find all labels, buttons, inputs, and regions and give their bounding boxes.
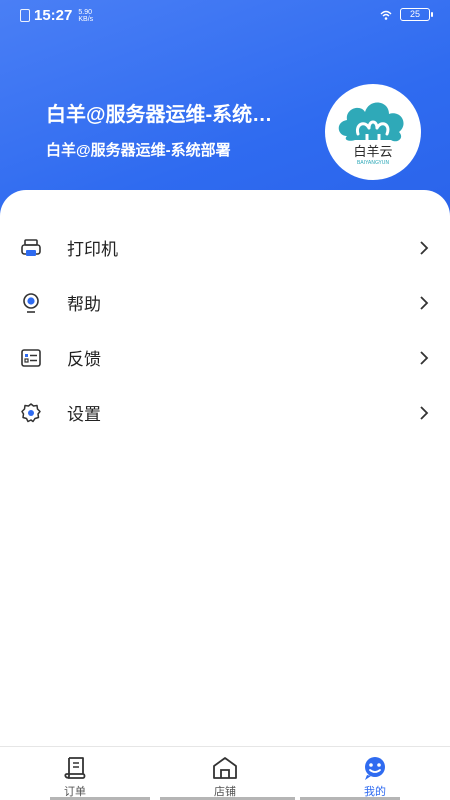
bottom-tab-bar: 订单 店铺 我的	[0, 746, 450, 800]
menu-item-printer[interactable]: 打印机	[0, 220, 450, 275]
wifi-icon	[380, 10, 392, 20]
profile-face-icon	[365, 757, 385, 780]
status-right: 25	[380, 8, 433, 21]
network-speed-unit: KB/s	[78, 15, 94, 23]
sim-card-icon	[20, 9, 30, 22]
tab-shop[interactable]: 店铺	[150, 747, 300, 800]
feedback-icon	[21, 348, 41, 367]
menu-label-help: 帮助	[67, 295, 101, 314]
gear-icon	[21, 402, 41, 422]
tab-mine[interactable]: 我的	[300, 747, 450, 800]
battery-level: 25	[409, 9, 420, 19]
chevron-right-icon	[420, 405, 429, 420]
menu-card: 打印机 帮助 反馈 设置	[0, 190, 450, 746]
menu-item-settings[interactable]: 设置	[0, 385, 450, 440]
menu-item-help[interactable]: 帮助	[0, 275, 450, 330]
menu-label-printer: 打印机	[67, 240, 118, 259]
profile-subtitle: 白羊@服务器运维-系统部署	[46, 142, 231, 159]
status-left: 15:27 5.90 KB/s	[20, 7, 93, 24]
tab-orders[interactable]: 订单	[0, 747, 150, 800]
menu-item-feedback[interactable]: 反馈	[0, 330, 450, 385]
logo-text: 白羊云	[353, 144, 392, 160]
chevron-right-icon	[420, 350, 429, 365]
network-speed-value: 5.90	[78, 8, 92, 16]
battery-icon: 25	[400, 8, 433, 21]
logo-subtext: BAIYANGYUN	[357, 160, 389, 166]
baiyangyun-logo: 白羊云 BAIYANGYUN	[338, 102, 404, 166]
printer-icon	[21, 238, 41, 256]
chevron-right-icon	[420, 295, 429, 310]
lightbulb-icon	[23, 292, 39, 313]
status-bar: 15:27 5.90 KB/s 25	[0, 0, 450, 30]
status-time: 15:27	[34, 7, 73, 24]
shop-icon	[213, 757, 237, 779]
network-speed: 5.90 KB/s	[78, 9, 93, 23]
chevron-right-icon	[420, 240, 429, 255]
menu-label-settings: 设置	[67, 405, 101, 424]
avatar[interactable]: 白羊云 BAIYANGYUN	[325, 84, 421, 180]
profile-name: 白羊@服务器运维-系统…	[46, 104, 273, 126]
order-icon	[64, 757, 86, 779]
menu-label-feedback: 反馈	[67, 350, 101, 369]
